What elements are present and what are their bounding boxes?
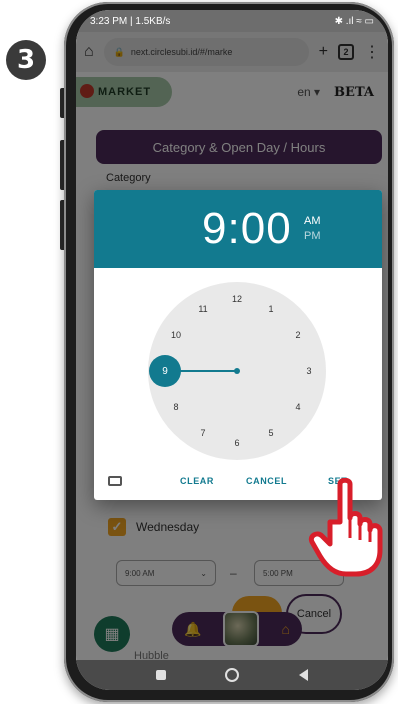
dial-number[interactable]: 5 [261,426,281,440]
cancel-time-button[interactable]: CANCEL [246,476,287,486]
clear-button[interactable]: CLEAR [180,476,214,486]
dial-number[interactable]: 6 [227,436,247,450]
hour-display[interactable]: 9 [202,204,227,253]
dial-number-selected[interactable]: 9 [149,355,181,387]
status-bar: 3:23 PM | 1.5KB/s ✱ .ıl ≈ ▭ [76,10,388,32]
time-picker-dialog: 9:00 AM PM 12 1 2 3 4 5 6 7 8 9 10 11 CL… [94,190,382,500]
status-time: 3:23 PM | 1.5KB/s [90,15,171,27]
dial-number[interactable]: 1 [261,302,281,316]
dial-number[interactable]: 11 [193,302,213,316]
minute-display[interactable]: 00 [241,204,292,253]
time-picker-header: 9:00 AM PM [94,190,382,268]
am-option[interactable]: AM [304,214,321,229]
dial-number[interactable]: 4 [288,400,308,414]
pointing-hand-icon [308,478,383,577]
recents-icon[interactable] [155,670,166,680]
back-icon[interactable] [299,669,309,681]
step-number-badge: 3 [6,40,46,80]
selected-time: 9:00 [202,204,292,253]
keyboard-icon[interactable] [108,476,122,486]
clock-center [234,368,240,374]
am-pm-toggle: AM PM [304,214,321,244]
phone-screen: 3:23 PM | 1.5KB/s ✱ .ıl ≈ ▭ ⌂ 🔒 next.cir… [76,10,388,690]
dial-number[interactable]: 8 [166,400,186,414]
dial-number[interactable]: 12 [227,292,247,306]
clock-dial[interactable]: 12 1 2 3 4 5 6 7 8 9 10 11 [148,282,326,460]
dial-number[interactable]: 10 [166,328,186,342]
dial-number[interactable]: 3 [299,364,319,378]
pm-option[interactable]: PM [304,229,321,244]
android-nav-bar [76,660,388,690]
dial-number[interactable]: 7 [193,426,213,440]
dial-number[interactable]: 2 [288,328,308,342]
home-button-icon[interactable] [225,668,240,682]
status-icons: ✱ .ıl ≈ ▭ [334,15,374,27]
